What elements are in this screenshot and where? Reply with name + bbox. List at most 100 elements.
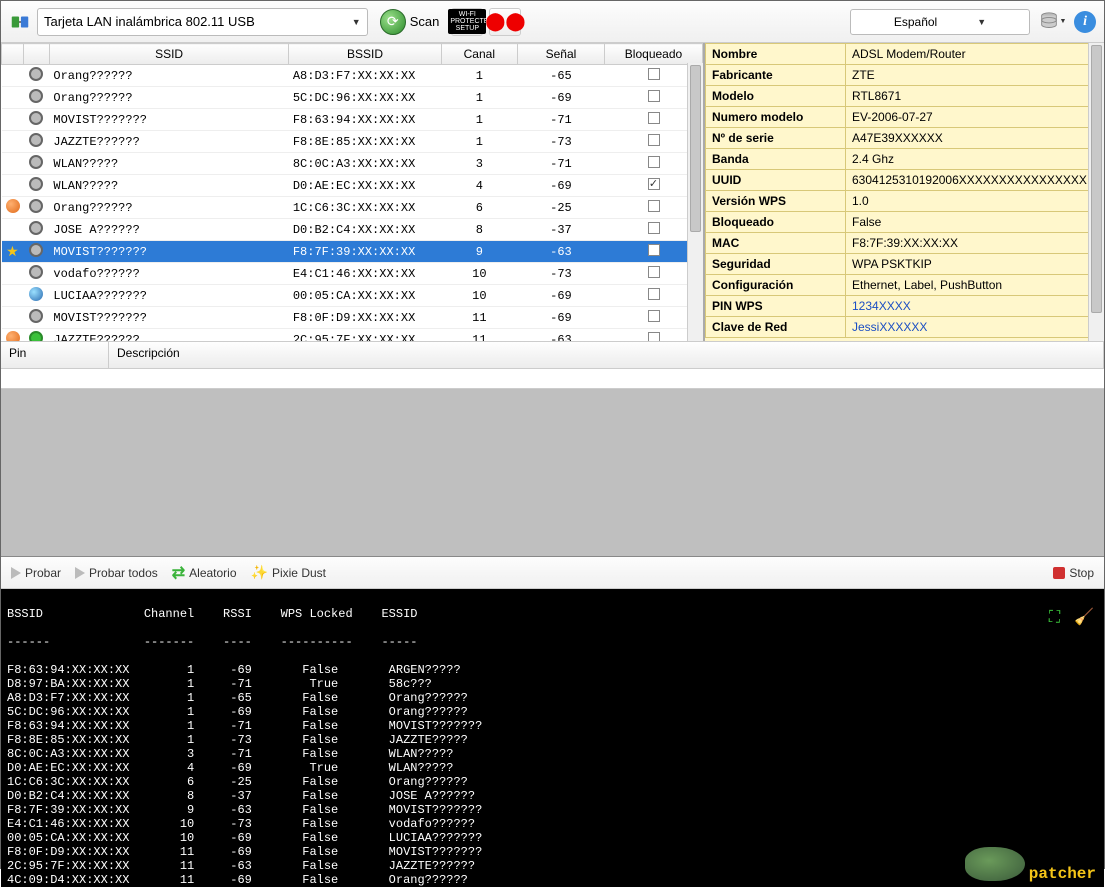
blocked-checkbox[interactable]	[648, 310, 660, 322]
cell-senal: -25	[517, 197, 604, 219]
cell-ssid: WLAN?????	[49, 153, 288, 175]
wps-setup-button[interactable]: WI-FI PROTECTED SETUP	[451, 8, 483, 36]
blocked-checkbox[interactable]	[648, 178, 660, 190]
details-scrollbar[interactable]	[1088, 43, 1104, 341]
terminal-line: D0:AE:EC:XX:XX:XX 4 -69 True WLAN?????	[7, 761, 1098, 775]
blocked-checkbox[interactable]	[648, 332, 660, 341]
detail-key: Fabricante	[706, 65, 846, 86]
detail-key: MAC	[706, 233, 846, 254]
col-canal[interactable]: Canal	[441, 44, 517, 65]
cell-senal: -69	[517, 307, 604, 329]
table-row[interactable]: WLAN?????8C:0C:A3:XX:XX:XX3-71	[2, 153, 703, 175]
table-row[interactable]: Orang??????1C:C6:3C:XX:XX:XX6-25	[2, 197, 703, 219]
pin-header[interactable]: Pin	[1, 342, 109, 368]
aleatorio-button[interactable]: ⇄ Aleatorio	[172, 563, 237, 583]
cell-senal: -63	[517, 329, 604, 342]
terminal-line: 4C:09:D4:XX:XX:XX 11 -69 False Orang????…	[7, 873, 1098, 887]
info-button[interactable]: i	[1074, 11, 1096, 33]
detail-key: PIN WPS	[706, 296, 846, 317]
signal-icon	[29, 221, 43, 235]
table-row[interactable]: vodafo??????E4:C1:46:XX:XX:XX10-73	[2, 263, 703, 285]
cell-canal: 1	[441, 109, 517, 131]
probar-button[interactable]: Probar	[11, 566, 61, 580]
stop-button[interactable]: Stop	[1053, 566, 1094, 580]
language-label: Español	[894, 15, 937, 29]
mask-button[interactable]: ⬤⬤	[489, 8, 521, 36]
cell-canal: 10	[441, 285, 517, 307]
probar-todos-button[interactable]: Probar todos	[75, 566, 158, 580]
signal-icon	[29, 89, 43, 103]
network-scrollbar[interactable]	[687, 63, 703, 341]
terminal-line: F8:63:94:XX:XX:XX 1 -71 False MOVIST????…	[7, 719, 1098, 733]
pin-table-body[interactable]	[1, 369, 1104, 389]
col-bssid[interactable]: BSSID	[289, 44, 441, 65]
detail-row: Versión WPS1.0	[706, 191, 1104, 212]
signal-icon	[29, 155, 43, 169]
detail-value[interactable]: 1234XXXX	[846, 296, 1104, 317]
signal-icon	[29, 199, 43, 213]
col-bloqueado[interactable]: Bloqueado	[605, 44, 703, 65]
wps-setup-icon: WI-FI PROTECTED SETUP	[448, 9, 486, 34]
detail-key: Nº de serie	[706, 128, 846, 149]
detail-value[interactable]: JessiXXXXXX	[846, 317, 1104, 338]
terminal-line: A8:D3:F7:XX:XX:XX 1 -65 False Orang?????…	[7, 691, 1098, 705]
cell-senal: -63	[517, 241, 604, 263]
dropdown-arrow-icon: ▼	[352, 17, 361, 27]
cell-bssid: D0:AE:EC:XX:XX:XX	[289, 175, 441, 197]
blocked-checkbox[interactable]	[648, 244, 660, 256]
blocked-checkbox[interactable]	[648, 266, 660, 278]
blocked-checkbox[interactable]	[648, 90, 660, 102]
blocked-checkbox[interactable]	[648, 156, 660, 168]
blocked-checkbox[interactable]	[648, 112, 660, 124]
table-row[interactable]: JAZZTE??????2C:95:7F:XX:XX:XX11-63	[2, 329, 703, 342]
cell-canal: 3	[441, 153, 517, 175]
detail-value: 2.4 Ghz	[846, 149, 1104, 170]
detail-key: Configuración	[706, 275, 846, 296]
detail-value: A47E39XXXXXX	[846, 128, 1104, 149]
detail-value: EV-2006-07-27	[846, 107, 1104, 128]
col-signal-icon[interactable]	[23, 44, 49, 65]
table-row[interactable]: JAZZTE??????F8:8E:85:XX:XX:XX1-73	[2, 131, 703, 153]
cell-ssid: JOSE A??????	[49, 219, 288, 241]
network-table[interactable]: SSID BSSID Canal Señal Bloqueado Orang??…	[1, 43, 703, 341]
cell-ssid: vodafo??????	[49, 263, 288, 285]
database-button[interactable]: ▼	[1036, 8, 1068, 36]
blocked-checkbox[interactable]	[648, 222, 660, 234]
table-row[interactable]: Orang??????A8:D3:F7:XX:XX:XX1-65	[2, 65, 703, 87]
detail-value: WPA PSKTKIP	[846, 254, 1104, 275]
dropdown-arrow-icon: ▼	[977, 17, 986, 27]
table-row[interactable]: MOVIST???????F8:0F:D9:XX:XX:XX11-69	[2, 307, 703, 329]
cell-ssid: Orang??????	[49, 197, 288, 219]
table-row[interactable]: ★MOVIST???????F8:7F:39:XX:XX:XX9-63	[2, 241, 703, 263]
blocked-checkbox[interactable]	[648, 68, 660, 80]
star-icon: ★	[6, 243, 19, 259]
pixie-dust-button[interactable]: ✨ Pixie Dust	[251, 564, 326, 581]
col-senal[interactable]: Señal	[517, 44, 604, 65]
col-status[interactable]	[2, 44, 24, 65]
desc-header[interactable]: Descripción	[109, 342, 1104, 368]
clear-icon[interactable]: 🧹	[1074, 611, 1094, 625]
blocked-checkbox[interactable]	[648, 200, 660, 212]
detail-row: Nº de serieA47E39XXXXXX	[706, 128, 1104, 149]
table-row[interactable]: LUCIAA???????00:05:CA:XX:XX:XX10-69	[2, 285, 703, 307]
table-row[interactable]: JOSE A??????D0:B2:C4:XX:XX:XX8-37	[2, 219, 703, 241]
table-row[interactable]: MOVIST???????F8:63:94:XX:XX:XX1-71	[2, 109, 703, 131]
blocked-checkbox[interactable]	[648, 288, 660, 300]
blocked-checkbox[interactable]	[648, 134, 660, 146]
col-ssid[interactable]: SSID	[49, 44, 288, 65]
signal-icon	[29, 309, 43, 323]
scan-button[interactable]: ⟳ Scan	[374, 7, 446, 37]
detail-row: MACF8:7F:39:XX:XX:XX	[706, 233, 1104, 254]
terminal-output[interactable]: BSSID Channel RSSI WPS Locked ESSID ----…	[1, 589, 1104, 887]
fullscreen-icon[interactable]: ⛶	[1049, 611, 1060, 625]
adapter-dropdown[interactable]: Tarjeta LAN inalámbrica 802.11 USB ▼	[37, 8, 368, 36]
cell-canal: 10	[441, 263, 517, 285]
database-icon	[1038, 11, 1060, 33]
table-row[interactable]: Orang??????5C:DC:96:XX:XX:XX1-69	[2, 87, 703, 109]
scan-icon: ⟳	[380, 9, 406, 35]
table-row[interactable]: WLAN?????D0:AE:EC:XX:XX:XX4-69	[2, 175, 703, 197]
language-dropdown[interactable]: Español ▼	[850, 9, 1030, 35]
detail-value: ADSL Modem/Router	[846, 44, 1104, 65]
detail-value: 1.0	[846, 191, 1104, 212]
terminal-line: F8:8E:85:XX:XX:XX 1 -73 False JAZZTE????…	[7, 733, 1098, 747]
